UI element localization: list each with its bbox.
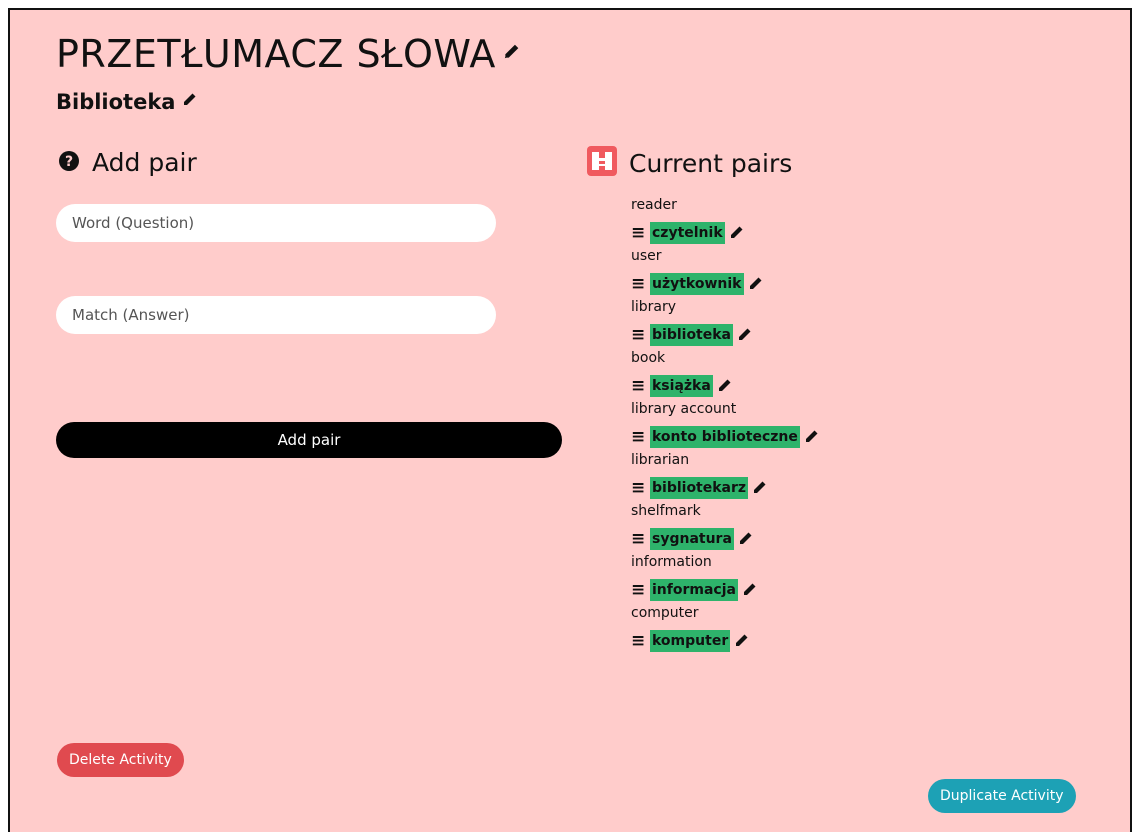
drag-handle-icon[interactable]: ≡ bbox=[631, 426, 650, 448]
pair-answer: komputer bbox=[650, 630, 731, 652]
pair-item: book ≡ książka bbox=[631, 348, 991, 397]
pair-answer: informacja bbox=[650, 579, 738, 601]
pair-item: shelfmark ≡ sygnatura bbox=[631, 501, 991, 550]
pair-item: user ≡ użytkownik bbox=[631, 246, 991, 295]
delete-activity-button[interactable]: Delete Activity bbox=[57, 743, 184, 777]
drag-handle-icon[interactable]: ≡ bbox=[631, 477, 650, 499]
add-pair-button[interactable]: Add pair bbox=[56, 422, 562, 458]
edit-pair-pencil-icon[interactable] bbox=[716, 378, 732, 394]
edit-pair-pencil-icon[interactable] bbox=[728, 225, 744, 241]
pair-answer: konto biblioteczne bbox=[650, 426, 800, 448]
drag-handle-icon[interactable]: ≡ bbox=[631, 528, 650, 550]
pair-question: user bbox=[631, 248, 662, 264]
pair-question: library bbox=[631, 299, 677, 315]
edit-pair-pencil-icon[interactable] bbox=[733, 633, 749, 649]
edit-pair-pencil-icon[interactable] bbox=[737, 531, 753, 547]
pair-item: computer ≡ komputer bbox=[631, 603, 991, 652]
help-icon[interactable]: ? bbox=[58, 150, 80, 176]
activity-title: PRZETŁUMACZ SŁOWA bbox=[56, 32, 496, 76]
match-answer-input[interactable] bbox=[56, 296, 496, 334]
pair-question: information bbox=[631, 554, 712, 570]
pair-question: shelfmark bbox=[631, 503, 701, 519]
edit-title-pencil-icon[interactable] bbox=[502, 43, 520, 65]
edit-pair-pencil-icon[interactable] bbox=[736, 327, 752, 343]
duplicate-activity-button[interactable]: Duplicate Activity bbox=[928, 779, 1076, 813]
pair-answer: bibliotekarz bbox=[650, 477, 749, 499]
subtitle-row: Biblioteka bbox=[56, 90, 197, 114]
pair-question: computer bbox=[631, 605, 699, 621]
pair-item: library ≡ biblioteka bbox=[631, 297, 991, 346]
drag-handle-icon[interactable]: ≡ bbox=[631, 630, 650, 652]
pair-answer: użytkownik bbox=[650, 273, 744, 295]
drag-handle-icon[interactable]: ≡ bbox=[631, 375, 650, 397]
pair-answer: biblioteka bbox=[650, 324, 734, 346]
add-pair-heading: Add pair bbox=[92, 148, 197, 177]
add-pair-header: ? Add pair bbox=[58, 148, 197, 177]
pair-question: library account bbox=[631, 401, 737, 417]
pair-item: librarian ≡ bibliotekarz bbox=[631, 450, 991, 499]
drag-handle-icon[interactable]: ≡ bbox=[631, 324, 650, 346]
pair-question: book bbox=[631, 350, 666, 366]
pair-item: reader ≡ czytelnik bbox=[631, 195, 991, 244]
activity-subtitle: Biblioteka bbox=[56, 90, 176, 114]
edit-pair-pencil-icon[interactable] bbox=[741, 582, 757, 598]
edit-subtitle-pencil-icon[interactable] bbox=[181, 92, 197, 112]
drag-handle-icon[interactable]: ≡ bbox=[631, 579, 650, 601]
puzzle-icon bbox=[587, 146, 617, 180]
edit-pair-pencil-icon[interactable] bbox=[803, 429, 819, 445]
pair-question: librarian bbox=[631, 452, 690, 468]
pair-item: information ≡ informacja bbox=[631, 552, 991, 601]
drag-handle-icon[interactable]: ≡ bbox=[631, 222, 650, 244]
activity-panel: PRZETŁUMACZ SŁOWA Biblioteka ? Add pair … bbox=[8, 8, 1132, 832]
svg-text:?: ? bbox=[65, 154, 73, 170]
title-row: PRZETŁUMACZ SŁOWA bbox=[56, 32, 520, 76]
pair-answer: książka bbox=[650, 375, 713, 397]
pair-item: library account ≡ konto biblioteczne bbox=[631, 399, 991, 448]
pair-answer: sygnatura bbox=[650, 528, 734, 550]
edit-pair-pencil-icon[interactable] bbox=[747, 276, 763, 292]
drag-handle-icon[interactable]: ≡ bbox=[631, 273, 650, 295]
current-pairs-heading: Current pairs bbox=[629, 148, 793, 178]
current-pairs-header: Current pairs bbox=[587, 146, 792, 180]
pair-answer: czytelnik bbox=[650, 222, 725, 244]
pairs-list: reader ≡ czytelnik user ≡ użytkownik lib… bbox=[631, 194, 991, 654]
word-question-input[interactable] bbox=[56, 204, 496, 242]
pair-question: reader bbox=[631, 197, 677, 213]
edit-pair-pencil-icon[interactable] bbox=[751, 480, 767, 496]
